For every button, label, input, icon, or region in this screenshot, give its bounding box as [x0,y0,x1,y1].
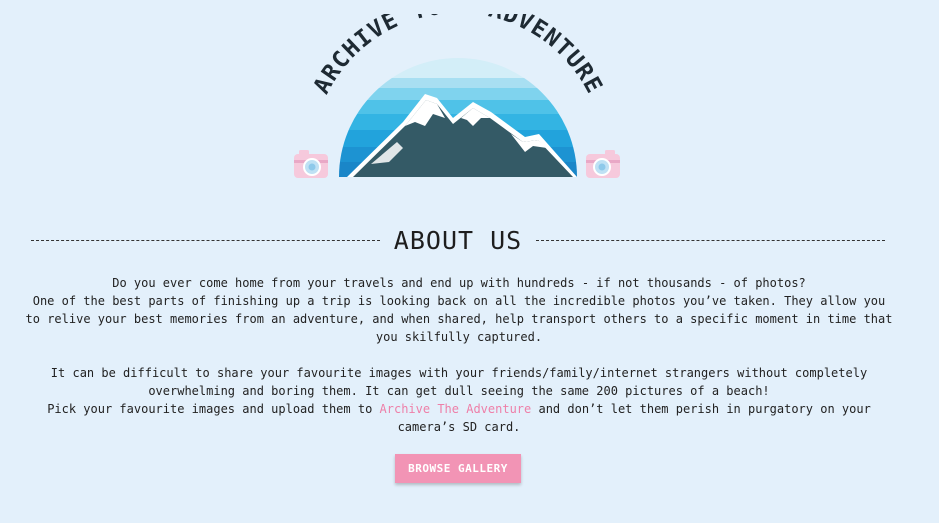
about-line: It can be difficult to share your favour… [50,366,868,398]
dashed-divider-right [536,239,886,241]
about-paragraph-1: Do you ever come home from your travels … [24,274,894,346]
camera-icon [586,150,620,178]
dashed-divider-left [31,239,380,241]
about-section-header: ABOUT US [31,222,886,258]
logo-graphic: ARCHIVE YOUR ADVENTURE [294,0,620,178]
camera-icon [294,150,328,178]
browse-gallery-button[interactable]: BROWSE GALLERY [395,454,521,483]
about-line: One of the best parts of finishing up a … [25,294,893,344]
site-logo: ARCHIVE YOUR ADVENTURE [285,0,630,184]
about-line: Do you ever come home from your travels … [112,276,806,290]
about-paragraph-2: It can be difficult to share your favour… [24,364,894,436]
about-body: Do you ever come home from your travels … [24,274,894,436]
archive-the-adventure-link[interactable]: Archive The Adventure [380,402,532,416]
about-line: Pick your favourite images and upload th… [47,402,380,416]
about-heading: ABOUT US [393,225,523,255]
